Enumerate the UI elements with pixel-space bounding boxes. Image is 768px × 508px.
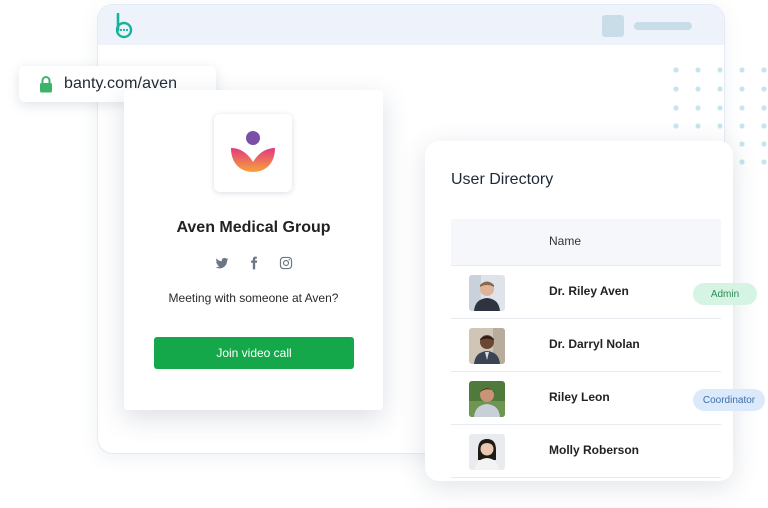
table-row[interactable]: Dr. Riley Aven [451, 266, 721, 319]
user-name[interactable]: Dr. Darryl Nolan [549, 337, 640, 351]
avatar [469, 328, 505, 364]
table-header: Name [451, 219, 721, 266]
user-name[interactable]: Molly Roberson [549, 443, 639, 457]
banty-logo-icon[interactable] [113, 13, 137, 39]
lock-icon [40, 76, 52, 93]
user-name[interactable]: Dr. Riley Aven [549, 284, 629, 298]
toolbar-placeholder-line [634, 22, 692, 30]
twitter-icon[interactable] [215, 256, 229, 270]
table-row[interactable]: Dr. Darryl Nolan [451, 319, 721, 372]
directory-title: User Directory [451, 171, 554, 188]
avatar [469, 434, 505, 470]
table-row[interactable]: Riley Leon [451, 372, 721, 425]
user-name[interactable]: Riley Leon [549, 390, 610, 404]
browser-toolbar [98, 5, 724, 45]
org-logo [214, 114, 292, 192]
facebook-icon[interactable] [247, 256, 261, 270]
join-video-call-button[interactable]: Join video call [154, 337, 354, 369]
lotus-logo-icon [231, 131, 275, 172]
table-row[interactable]: Molly Roberson [451, 425, 721, 478]
column-header-name[interactable]: Name [549, 234, 581, 248]
social-links [124, 256, 383, 270]
toolbar-placeholder-square [602, 15, 624, 37]
avatar [469, 275, 505, 311]
org-profile-card: Aven Medical Group Meeting with someone … [124, 90, 383, 410]
org-name: Aven Medical Group [176, 219, 331, 236]
role-badge-coordinator: Coordinator [693, 389, 765, 411]
user-directory-panel: User Directory Name Dr. Riley Aven Dr. D… [425, 141, 765, 481]
avatar [469, 381, 505, 417]
role-badge-admin: Admin [693, 283, 757, 305]
meeting-prompt: Meeting with someone at Aven? [168, 291, 339, 305]
instagram-icon[interactable] [279, 256, 293, 270]
